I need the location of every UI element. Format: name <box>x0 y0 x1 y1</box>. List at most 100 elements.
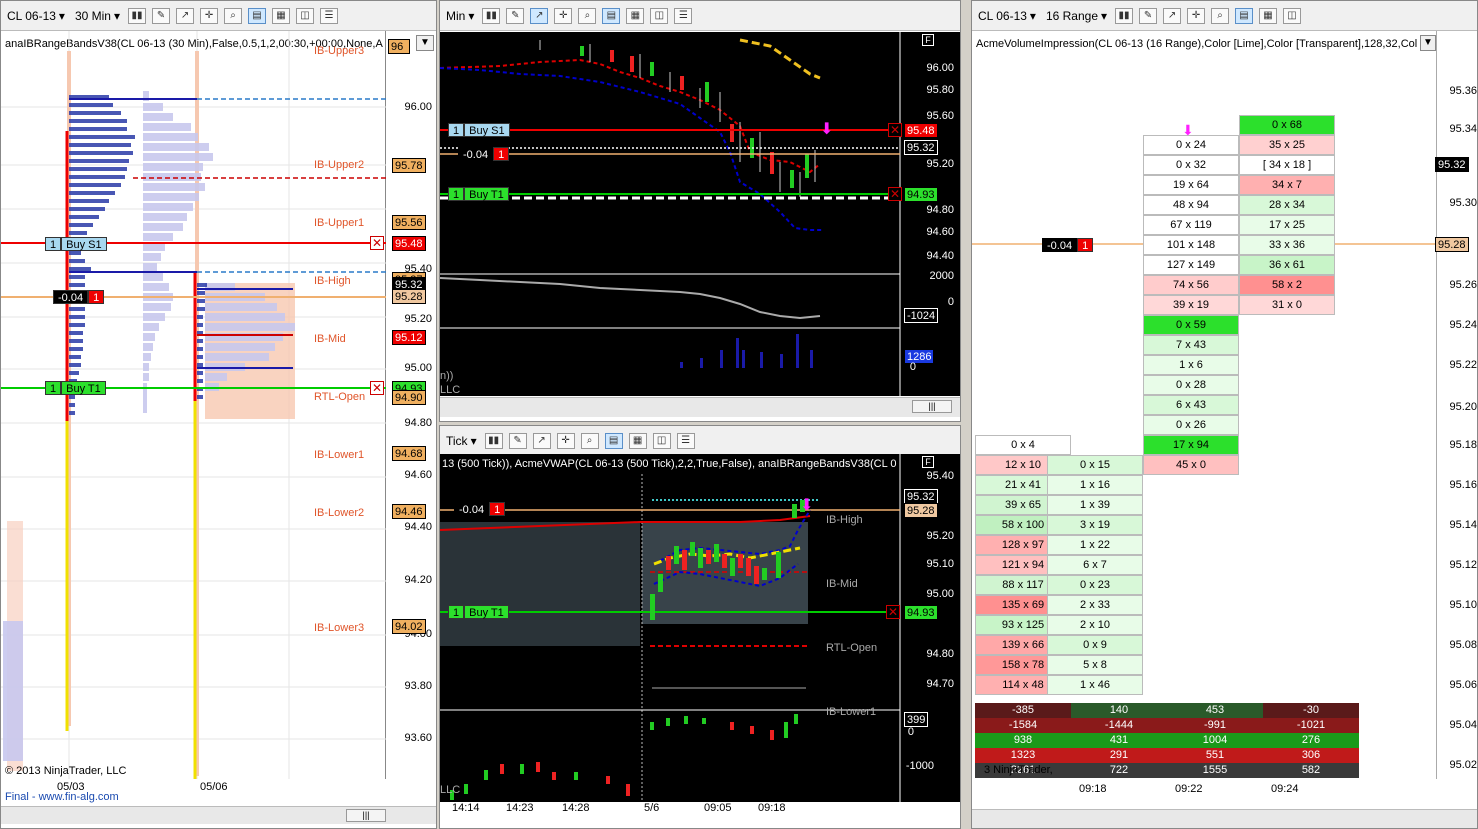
period-select[interactable]: Min ▾ <box>444 8 476 24</box>
cursor-icon[interactable]: ↗ <box>1163 7 1182 24</box>
cursor-icon[interactable]: ↗ <box>176 7 195 24</box>
strategies-icon[interactable]: ▦ <box>1259 7 1278 24</box>
ib-high-label: IB-High <box>826 514 863 526</box>
chart-trader-icon[interactable]: ◫ <box>650 7 669 24</box>
crosshair-icon[interactable]: ✛ <box>200 7 219 24</box>
rtl-open-label: RTL-Open <box>826 642 878 654</box>
pnl-qty: 1 <box>1077 238 1094 252</box>
zoom-icon[interactable]: ⌕ <box>1211 7 1230 24</box>
crosshair-icon[interactable]: ✛ <box>1187 7 1206 24</box>
right-chart-window: CL 06-13 ▾ 16 Range ▾ ▮▮ ✎ ↗ ✛ ⌕ ▤ ▦ ◫ A… <box>971 0 1478 829</box>
y-tick: 95.16 <box>1449 479 1477 491</box>
y-tick: 95.18 <box>1449 439 1477 451</box>
y-tick: 95.80 <box>926 84 954 96</box>
crosshair-icon[interactable]: ✛ <box>556 432 575 449</box>
indicators-icon[interactable]: ▤ <box>604 432 623 449</box>
order-label: Buy T1 <box>61 381 106 395</box>
mid-top-price-axis: 96.00 95.80 95.60 95.20 94.80 94.60 94.4… <box>900 32 960 396</box>
buy-s1-order[interactable]: 1 Buy S1 <box>448 123 510 137</box>
mid-top-scrollbar[interactable]: ||| <box>440 397 960 417</box>
dropdown-icon[interactable]: ▼ <box>416 35 434 51</box>
cursor-icon[interactable]: ↗ <box>530 7 549 24</box>
y-tick: 95.34 <box>1449 123 1477 135</box>
buy-t1-order[interactable]: 1 Buy T1 <box>448 605 509 619</box>
buy-t1-order[interactable]: 1 Buy T1 <box>45 381 106 395</box>
ib-upper1-label: IB-Upper1 <box>314 217 365 229</box>
buy-t1-order[interactable]: 1 Buy T1 <box>448 187 509 201</box>
summary-cell: -991 <box>1167 718 1263 733</box>
cursor-icon[interactable]: ↗ <box>532 432 551 449</box>
volume-cell: 67 x 119 <box>1143 215 1239 235</box>
ib-mid-label: IB-Mid <box>826 578 858 590</box>
x-label: 08:00 <box>704 377 732 389</box>
x-label: 09:18 <box>1079 783 1107 795</box>
y-tick: 95.36 <box>1449 85 1477 97</box>
cancel-order-icon[interactable]: ✕ <box>370 236 384 250</box>
ind1-tick: 0 <box>947 296 954 308</box>
scroll-thumb[interactable]: ||| <box>346 809 386 822</box>
strategies-icon[interactable]: ▦ <box>628 432 647 449</box>
volume-cell: 3 x 19 <box>1047 515 1143 535</box>
ind-tick: 0 <box>907 726 914 738</box>
chart-trader-icon[interactable]: ◫ <box>652 432 671 449</box>
zoom-icon[interactable]: ⌕ <box>224 7 243 24</box>
y-tick: 94.40 <box>926 250 954 262</box>
right-price-axis: 95.32 95.28 95.36 95.34 95.30 95.26 95.24 95.… <box>1435 31 1477 779</box>
buy-s1-order[interactable]: 1 Buy S1 <box>45 237 107 251</box>
price-marker-ib-lower1: 94.68 <box>392 446 426 461</box>
pencil-icon[interactable]: ✎ <box>506 7 525 24</box>
y-tick: 95.24 <box>1449 319 1477 331</box>
instrument-select[interactable]: CL 06-13 ▾ <box>976 8 1038 24</box>
summary-cell: 431 <box>1071 733 1167 748</box>
period-select[interactable]: 16 Range ▾ <box>1044 8 1109 24</box>
summary-cell: -385 <box>975 703 1071 718</box>
volume-cell: 5 x 8 <box>1047 655 1143 675</box>
left-scrollbar[interactable]: ||| <box>1 806 436 824</box>
pnl-qty: 1 <box>493 147 510 161</box>
pencil-icon[interactable]: ✎ <box>1139 7 1158 24</box>
scroll-thumb[interactable]: ||| <box>912 400 952 413</box>
instrument-select[interactable]: CL 06-13 ▾ <box>5 8 67 24</box>
properties-icon[interactable]: ☰ <box>674 7 693 24</box>
cancel-order-icon[interactable]: ✕ <box>370 381 384 395</box>
strategies-icon[interactable]: ▦ <box>626 7 645 24</box>
pencil-icon[interactable]: ✎ <box>152 7 171 24</box>
indicators-icon[interactable]: ▤ <box>1235 7 1254 24</box>
bar-type-icon[interactable]: ▮▮ <box>482 7 501 24</box>
x-label: 14:28 <box>562 802 590 814</box>
y-tick: 94.20 <box>404 574 432 586</box>
summary-cell: 140 <box>1071 703 1167 718</box>
bar-type-icon[interactable]: ▮▮ <box>1115 7 1134 24</box>
volume-cell: 0 x 23 <box>1047 575 1143 595</box>
period-select[interactable]: 30 Min ▾ <box>73 8 122 24</box>
right-scrollbar[interactable] <box>972 809 1477 828</box>
bar-type-icon[interactable]: ▮▮ <box>128 7 147 24</box>
x-label: 09:00 <box>776 377 804 389</box>
summary-cell: 1555 <box>1167 763 1263 778</box>
pencil-icon[interactable]: ✎ <box>508 432 527 449</box>
cancel-order-icon[interactable]: ✕ <box>886 605 900 619</box>
arrow-down-icon: ⬇ <box>820 121 834 138</box>
properties-icon[interactable]: ☰ <box>320 7 339 24</box>
pnl-qty: 1 <box>88 290 105 304</box>
price-marker-pnl: 95.28 <box>392 289 426 304</box>
volume-cell: 58 x 2 <box>1239 275 1335 295</box>
indicators-icon[interactable]: ▤ <box>602 7 621 24</box>
chart-trader-icon[interactable]: ◫ <box>1283 7 1302 24</box>
period-select[interactable]: Tick ▾ <box>444 433 479 449</box>
bar-type-icon[interactable]: ▮▮ <box>484 432 503 449</box>
price-marker-buy-s1: 95.48 <box>904 123 938 138</box>
strategies-icon[interactable]: ▦ <box>272 7 291 24</box>
properties-icon[interactable]: ☰ <box>676 432 695 449</box>
crosshair-icon[interactable]: ✛ <box>554 7 573 24</box>
zoom-icon[interactable]: ⌕ <box>578 7 597 24</box>
zoom-icon[interactable]: ⌕ <box>580 432 599 449</box>
indicators-icon[interactable]: ▤ <box>248 7 267 24</box>
footer-link[interactable]: Final - www.fin-alg.com <box>5 791 119 803</box>
left-plot-area: anaIBRangeBandsV38(CL 06-13 (30 Min),Fal… <box>1 31 386 779</box>
mid-bot-price-axis: 95.40 95.20 95.10 95.00 94.80 94.70 95.3… <box>900 454 960 802</box>
price-marker-buy-t1: 94.93 <box>904 605 938 620</box>
price-marker-ib-mid: 95.12 <box>392 330 426 345</box>
ind1-tick: 2000 <box>929 270 954 282</box>
chart-trader-icon[interactable]: ◫ <box>296 7 315 24</box>
